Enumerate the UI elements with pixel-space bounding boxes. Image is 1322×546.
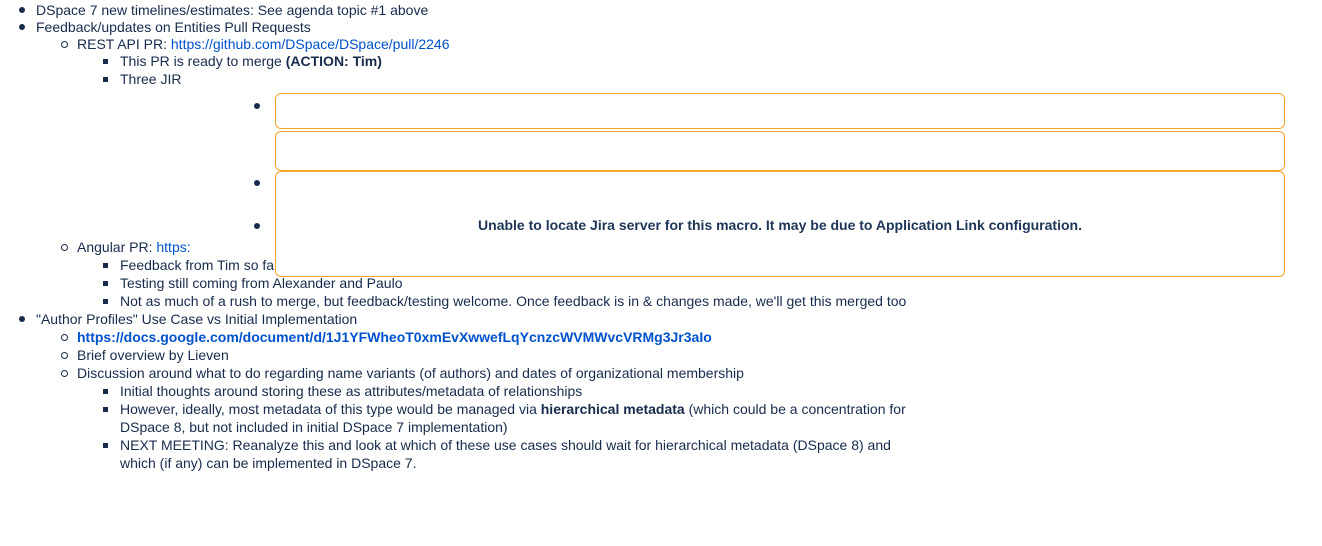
rest-api-pr-link[interactable]: https://github.com/DSpace/DSpace/pull/22… [171, 36, 450, 52]
bullet-square [103, 407, 108, 412]
list-item: This PR is ready to merge (ACTION: Tim) [120, 53, 382, 69]
list-item: Angular PR: https: [77, 239, 191, 255]
google-doc-link[interactable]: https://docs.google.com/document/d/1J1YF… [77, 329, 712, 345]
bullet-disc [19, 316, 25, 322]
bullet-circle [61, 352, 68, 359]
bullet-disc [19, 7, 25, 13]
list-item: Testing still coming from Alexander and … [120, 275, 403, 291]
jira-macro-box [275, 93, 1285, 129]
bullet-circle [61, 334, 68, 341]
bullet-square [103, 299, 108, 304]
bullet-disc [254, 103, 260, 109]
list-item: "Author Profiles" Use Case vs Initial Im… [36, 311, 358, 327]
bullet-square [103, 281, 108, 286]
bullet-circle [61, 370, 68, 377]
list-item: Brief overview by Lieven [77, 347, 229, 363]
bullet-disc [254, 223, 260, 229]
list-item: DSpace 7 new timelines/estimates: See ag… [36, 2, 429, 18]
bullet-disc [254, 180, 260, 186]
list-item: https://docs.google.com/document/d/1J1YF… [77, 329, 712, 345]
list-item: Three JIR [120, 71, 182, 87]
bullet-circle [61, 41, 68, 48]
bullet-square [103, 263, 108, 268]
bullet-square [103, 443, 108, 448]
list-item: Feedback/updates on Entities Pull Reques… [36, 19, 311, 35]
angular-pr-link[interactable]: https: [156, 239, 190, 255]
meeting-notes-document: DSpace 7 new timelines/estimates: See ag… [0, 0, 1322, 546]
list-item: Discussion around what to do regarding n… [77, 365, 744, 381]
list-item: REST API PR: https://github.com/DSpace/D… [77, 36, 450, 52]
jira-error-message: Unable to locate Jira server for this ma… [478, 217, 1082, 233]
list-item-continuation: which (if any) can be implemented in DSp… [120, 455, 417, 471]
list-item: Not as much of a rush to merge, but feed… [120, 293, 907, 309]
bullet-square [103, 389, 108, 394]
list-item: Initial thoughts around storing these as… [120, 383, 583, 399]
jira-macro-box [275, 131, 1285, 171]
list-item: However, ideally, most metadata of this … [120, 401, 906, 417]
bullet-square [103, 59, 108, 64]
list-item: NEXT MEETING: Reanalyze this and look at… [120, 437, 891, 453]
bullet-square [103, 77, 108, 82]
jira-macro-error-box: Unable to locate Jira server for this ma… [275, 171, 1285, 277]
list-item-continuation: DSpace 8, but not included in initial DS… [120, 419, 508, 435]
bullet-disc [19, 24, 25, 30]
bullet-circle [61, 244, 68, 251]
